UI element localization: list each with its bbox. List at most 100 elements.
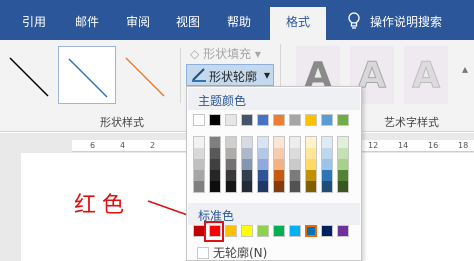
no-outline-item[interactable]: 无轮廓(N) xyxy=(197,244,267,261)
theme-shade-swatch[interactable] xyxy=(290,159,300,170)
theme-shade-swatch[interactable] xyxy=(210,148,220,159)
theme-shade-column xyxy=(241,136,253,193)
theme-shade-swatch[interactable] xyxy=(274,170,284,181)
theme-color-swatch[interactable] xyxy=(193,114,205,126)
shape-style-blue-line[interactable] xyxy=(58,46,116,104)
theme-shade-swatch[interactable] xyxy=(338,148,348,159)
shape-outline-button[interactable]: 形状轮廓 ▾ xyxy=(186,64,274,86)
tab-help[interactable]: 帮助 xyxy=(227,13,251,30)
standard-color-swatch[interactable] xyxy=(273,225,285,237)
theme-color-swatch[interactable] xyxy=(337,114,349,126)
red-highlight-box xyxy=(204,221,224,242)
tab-mailings[interactable]: 邮件 xyxy=(75,13,99,30)
theme-shade-swatch[interactable] xyxy=(210,170,220,181)
theme-shade-swatch[interactable] xyxy=(290,170,300,181)
theme-color-swatch[interactable] xyxy=(257,114,269,126)
theme-shade-swatch[interactable] xyxy=(338,181,348,192)
theme-shade-swatch[interactable] xyxy=(290,137,300,148)
theme-shade-swatch[interactable] xyxy=(322,170,332,181)
theme-shade-swatch[interactable] xyxy=(210,137,220,148)
theme-shade-swatch[interactable] xyxy=(322,137,332,148)
ruler-number: 12 xyxy=(368,141,379,150)
theme-shade-swatch[interactable] xyxy=(322,181,332,192)
annotation-label: 红色 xyxy=(74,193,131,218)
theme-shade-swatch[interactable] xyxy=(226,148,236,159)
no-outline-label: 无轮廓(N) xyxy=(213,246,268,260)
theme-shade-swatch[interactable] xyxy=(338,159,348,170)
theme-color-swatch[interactable] xyxy=(225,114,237,126)
ruler-number: 6 xyxy=(90,141,96,150)
theme-shade-swatch[interactable] xyxy=(258,148,268,159)
line-orange xyxy=(125,57,165,97)
standard-color-swatch[interactable] xyxy=(321,225,333,237)
tab-format[interactable]: 格式 xyxy=(270,7,327,40)
theme-shade-swatch[interactable] xyxy=(226,137,236,148)
shape-style-black-line[interactable] xyxy=(0,46,58,104)
theme-color-swatch[interactable] xyxy=(305,114,317,126)
theme-shade-swatch[interactable] xyxy=(242,137,252,148)
standard-color-swatch[interactable] xyxy=(337,225,349,237)
shape-fill-label: 形状填充 xyxy=(203,47,252,61)
theme-shade-swatch[interactable] xyxy=(194,148,204,159)
theme-color-swatch[interactable] xyxy=(209,114,221,126)
theme-shade-swatch[interactable] xyxy=(226,170,236,181)
shape-style-orange-line[interactable] xyxy=(116,46,174,104)
standard-color-swatch[interactable] xyxy=(241,225,253,237)
theme-shade-swatch[interactable] xyxy=(306,137,316,148)
theme-shade-column xyxy=(193,136,205,193)
shape-fill-button[interactable]: ◇ 形状填充 ▾ xyxy=(190,45,261,62)
tab-review[interactable]: 审阅 xyxy=(126,13,150,30)
theme-color-swatch[interactable] xyxy=(289,114,301,126)
tab-view[interactable]: 视图 xyxy=(176,13,200,30)
theme-shade-swatch[interactable] xyxy=(226,181,236,192)
theme-shade-swatch[interactable] xyxy=(338,170,348,181)
theme-shade-swatch[interactable] xyxy=(242,170,252,181)
theme-shade-swatch[interactable] xyxy=(242,181,252,192)
theme-shade-swatch[interactable] xyxy=(338,137,348,148)
theme-shade-swatch[interactable] xyxy=(306,159,316,170)
no-outline-swatch xyxy=(197,247,209,259)
standard-color-swatch[interactable] xyxy=(257,225,269,237)
theme-shade-swatch[interactable] xyxy=(242,148,252,159)
theme-shade-swatch[interactable] xyxy=(322,148,332,159)
wordart-style-light[interactable]: A xyxy=(404,46,448,104)
standard-color-swatch[interactable] xyxy=(289,225,301,237)
standard-color-swatch[interactable] xyxy=(305,225,317,237)
theme-shade-swatch[interactable] xyxy=(274,181,284,192)
theme-shade-swatch[interactable] xyxy=(306,181,316,192)
standard-color-swatch[interactable] xyxy=(225,225,237,237)
theme-color-swatch[interactable] xyxy=(321,114,333,126)
theme-shade-swatch[interactable] xyxy=(226,159,236,170)
theme-shade-column xyxy=(257,136,269,193)
theme-shade-swatch[interactable] xyxy=(194,170,204,181)
theme-shade-swatch[interactable] xyxy=(210,181,220,192)
theme-shade-swatch[interactable] xyxy=(290,181,300,192)
theme-shade-swatch[interactable] xyxy=(258,159,268,170)
theme-shade-swatch[interactable] xyxy=(194,181,204,192)
theme-shade-column xyxy=(273,136,285,193)
wordart-gallery-scroll[interactable]: ▴ xyxy=(462,62,468,76)
theme-shade-swatch[interactable] xyxy=(306,148,316,159)
lightbulb-icon xyxy=(348,12,360,29)
theme-shade-swatch[interactable] xyxy=(258,181,268,192)
tab-references[interactable]: 引用 xyxy=(22,13,46,30)
theme-shade-swatch[interactable] xyxy=(210,159,220,170)
group-divider xyxy=(180,48,181,103)
theme-shade-swatch[interactable] xyxy=(194,137,204,148)
chevron-down-icon: ▾ xyxy=(264,68,271,82)
line-preview-icon xyxy=(125,57,165,97)
theme-shade-swatch[interactable] xyxy=(306,170,316,181)
ribbon-tab-bar: 引用 邮件 审阅 视图 帮助 格式 操作说明搜索 xyxy=(0,0,474,40)
theme-shade-swatch[interactable] xyxy=(242,159,252,170)
theme-shade-swatch[interactable] xyxy=(274,159,284,170)
theme-shade-swatch[interactable] xyxy=(322,159,332,170)
theme-color-swatch[interactable] xyxy=(241,114,253,126)
theme-shade-swatch[interactable] xyxy=(258,137,268,148)
line-black xyxy=(9,57,49,97)
theme-shade-swatch[interactable] xyxy=(194,159,204,170)
theme-color-swatch[interactable] xyxy=(273,114,285,126)
theme-shade-swatch[interactable] xyxy=(290,148,300,159)
theme-shade-swatch[interactable] xyxy=(258,170,268,181)
theme-shade-swatch[interactable] xyxy=(274,137,284,148)
theme-shade-swatch[interactable] xyxy=(274,148,284,159)
